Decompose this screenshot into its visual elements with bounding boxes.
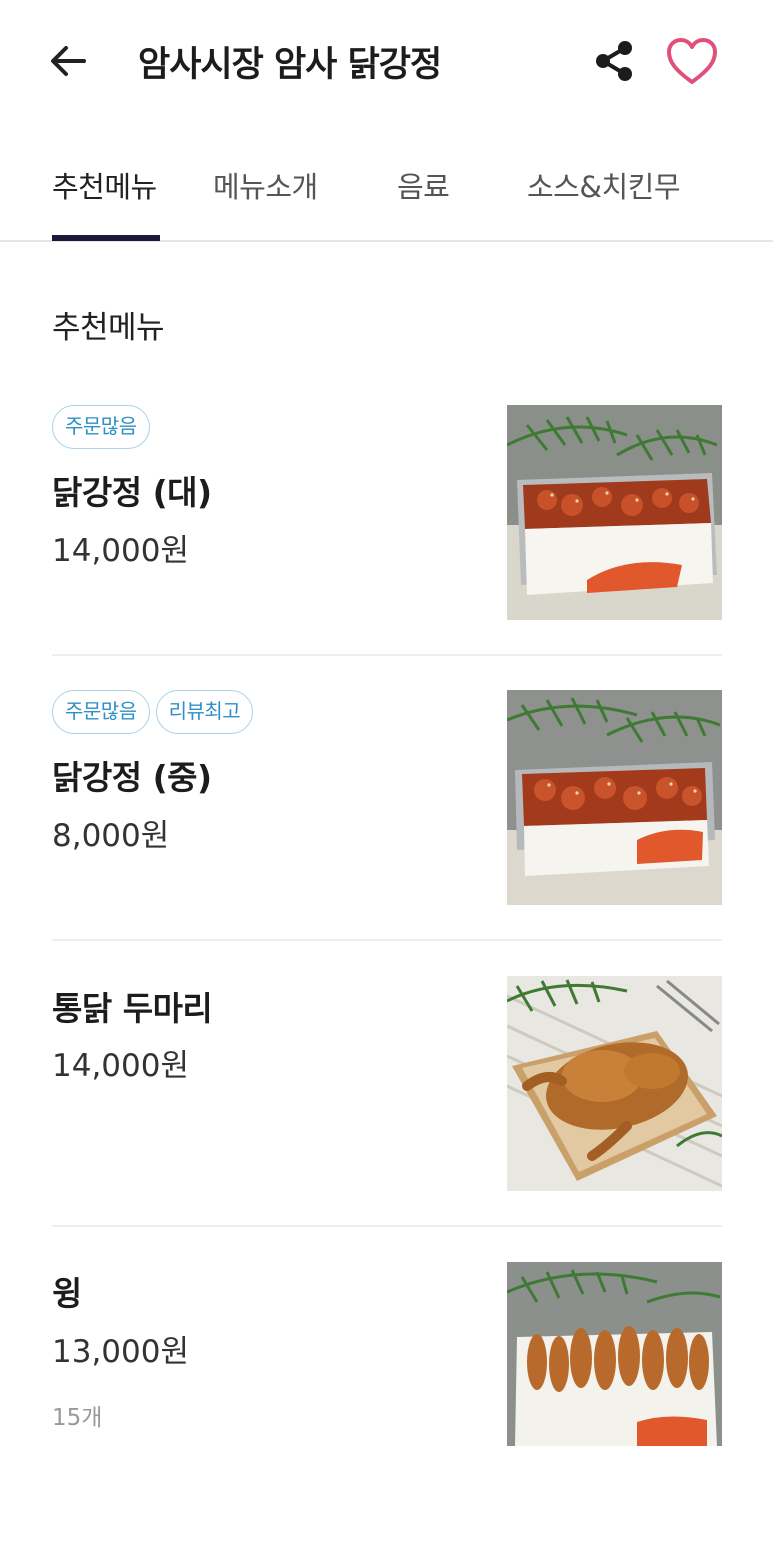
menu-item-name: 통닭 두마리 <box>52 989 213 1028</box>
badge-popular: 주문많음 <box>52 690 150 734</box>
arrow-left-icon <box>51 46 86 76</box>
menu-item-price: 14,000원 <box>52 533 189 569</box>
tab-drinks[interactable]: 음료 <box>397 164 450 206</box>
tab-sauce-pickled-radish[interactable]: 소스&치킨무 <box>527 164 681 206</box>
app-header: 암사시장 암사 닭강정 <box>0 0 773 120</box>
menu-item-image <box>507 1262 722 1446</box>
badge-group: 주문많음 리뷰최고 <box>52 690 254 734</box>
badge-popular: 주문많음 <box>52 405 150 449</box>
menu-item[interactable]: 통닭 두마리 14,000원 <box>52 976 722 1262</box>
menu-item-quantity: 15개 <box>52 1405 103 1431</box>
heart-icon <box>667 38 717 84</box>
menu-item[interactable]: 주문많음 닭강정 (대) 14,000원 <box>52 405 722 691</box>
share-icon <box>596 41 632 81</box>
menu-item-image <box>507 976 722 1191</box>
menu-item[interactable]: 윙 13,000원 15개 <box>52 1262 722 1548</box>
tab-recommended-menu[interactable]: 추천메뉴 <box>52 164 157 206</box>
badge-best-review: 리뷰최고 <box>155 690 254 734</box>
menu-item-price: 13,000원 <box>52 1334 189 1370</box>
menu-item-name: 윙 <box>52 1274 82 1313</box>
menu-item[interactable]: 주문많음 리뷰최고 닭강정 (중) 8,000원 <box>52 690 722 976</box>
menu-item-image <box>507 405 722 620</box>
menu-item-name: 닭강정 (대) <box>52 473 212 512</box>
badge-group: 주문많음 <box>52 405 150 449</box>
back-button[interactable] <box>44 38 94 84</box>
tab-menu-intro[interactable]: 메뉴소개 <box>213 164 318 206</box>
active-tab-indicator <box>52 235 160 241</box>
item-divider <box>52 939 722 941</box>
menu-item-name: 닭강정 (중) <box>52 758 212 797</box>
menu-item-price: 14,000원 <box>52 1048 189 1084</box>
favorite-button[interactable] <box>664 36 720 88</box>
menu-item-price: 8,000원 <box>52 818 170 854</box>
share-button[interactable] <box>590 36 638 86</box>
page-title: 암사시장 암사 닭강정 <box>138 45 442 85</box>
menu-item-image <box>507 690 722 905</box>
section-title: 추천메뉴 <box>52 310 165 346</box>
menu-tabs: 추천메뉴 메뉴소개 음료 소스&치킨무 <box>0 120 773 242</box>
item-divider <box>52 1225 722 1227</box>
item-divider <box>52 654 722 656</box>
